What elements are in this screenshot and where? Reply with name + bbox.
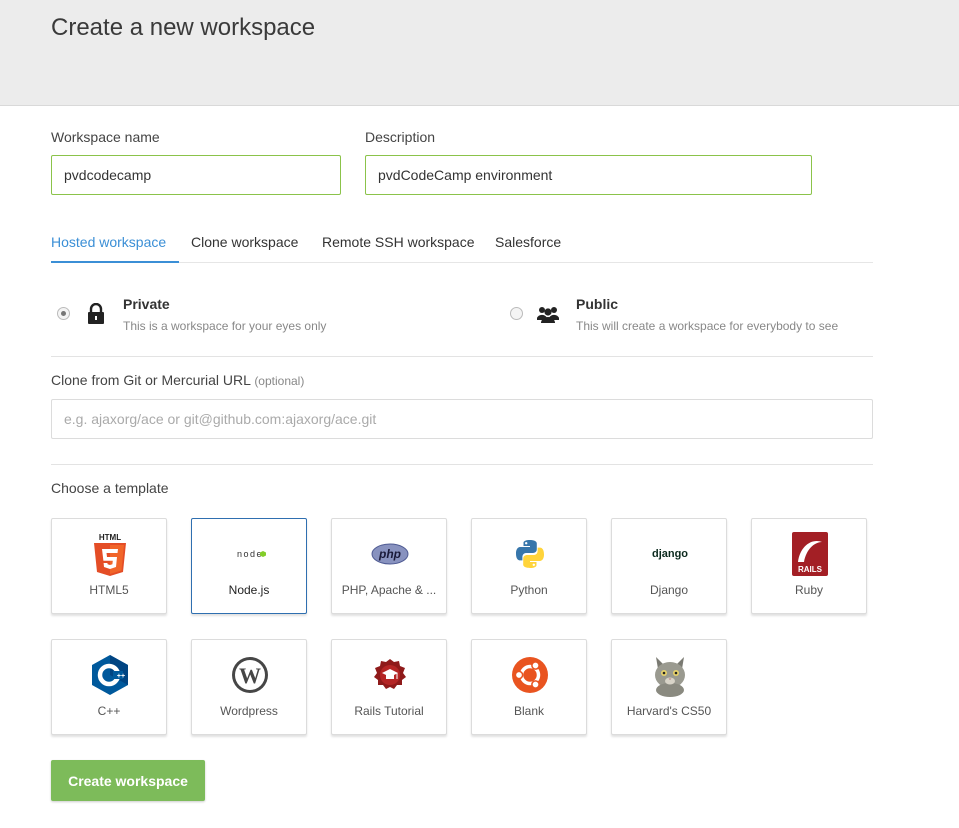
template-php[interactable]: php PHP, Apache & ... [331,518,447,614]
nodejs-icon: node [230,533,270,575]
tab-salesforce[interactable]: Salesforce [495,224,561,263]
lock-icon [88,303,104,324]
tab-hosted-workspace[interactable]: Hosted workspace [51,224,179,263]
optional-hint: (optional) [254,374,305,388]
clone-url-label-text: Clone from Git or Mercurial URL [51,372,251,388]
template-html5[interactable]: HTML HTML5 [51,518,167,614]
template-wordpress[interactable]: W Wordpress [191,639,307,735]
rails-icon: RAILS [790,532,830,576]
tab-clone-workspace[interactable]: Clone workspace [191,224,298,263]
django-icon: django [650,533,690,575]
workspace-name-input[interactable] [51,155,341,195]
template-cpp[interactable]: ++ C++ [51,639,167,735]
public-description: This will create a workspace for everybo… [576,319,839,333]
workspace-type-tabs: Hosted workspace Clone workspace Remote … [51,224,873,263]
php-icon: php [370,533,410,575]
clone-url-input[interactable] [51,399,873,439]
tab-remote-ssh-workspace[interactable]: Remote SSH workspace [322,224,475,263]
template-label: Django [649,583,689,597]
template-label: Node.js [228,583,270,597]
template-label: Rails Tutorial [354,704,424,718]
cpp-icon: ++ [90,654,130,696]
users-icon [537,307,559,323]
description-label: Description [365,129,436,145]
html5-logo-text: HTML [99,533,121,542]
workspace-name-label: Workspace name [51,129,160,145]
template-label: Ruby [794,583,823,597]
template-label: PHP, Apache & ... [341,583,437,597]
public-radio[interactable] [510,307,523,320]
nodejs-logo-text: node [237,549,263,559]
template-python[interactable]: Python [471,518,587,614]
template-label: HTML5 [89,583,129,597]
create-workspace-button[interactable]: Create workspace [51,760,205,801]
divider [51,464,873,465]
private-radio[interactable] [57,307,70,320]
choose-template-label: Choose a template [51,480,169,496]
template-rails-tutorial[interactable]: Rails Tutorial [331,639,447,735]
rails-logo-text: RAILS [798,565,823,574]
wordpress-logo-text: W [239,663,261,688]
template-label: Blank [513,704,545,718]
rails-tutorial-icon [370,654,410,696]
wordpress-icon: W [230,654,270,696]
template-blank[interactable]: Blank [471,639,587,735]
public-title: Public [576,296,619,312]
template-harvards-cs50[interactable]: Harvard's CS50 [611,639,727,735]
page-title: Create a new workspace [51,14,316,41]
template-label: Python [510,583,548,597]
clone-url-label: Clone from Git or Mercurial URL (optiona… [51,372,304,388]
private-description: This is a workspace for your eyes only [123,319,327,333]
django-logo-text: django [652,548,688,560]
template-django[interactable]: django Django [611,518,727,614]
description-input[interactable] [365,155,812,195]
private-title: Private [123,296,170,312]
page-header: Create a new workspace [0,0,959,106]
ubuntu-icon [510,654,550,696]
cat-icon [650,654,690,697]
template-label: Harvard's CS50 [626,704,712,718]
python-icon [510,533,550,575]
template-label: Wordpress [220,704,278,718]
php-logo-text: php [378,547,401,561]
template-ruby[interactable]: RAILS Ruby [751,518,867,614]
template-nodejs[interactable]: node Node.js [191,518,307,614]
svg-text:++: ++ [117,673,125,680]
html5-icon: HTML [90,533,130,576]
template-label: C++ [97,704,121,718]
divider [51,356,873,357]
